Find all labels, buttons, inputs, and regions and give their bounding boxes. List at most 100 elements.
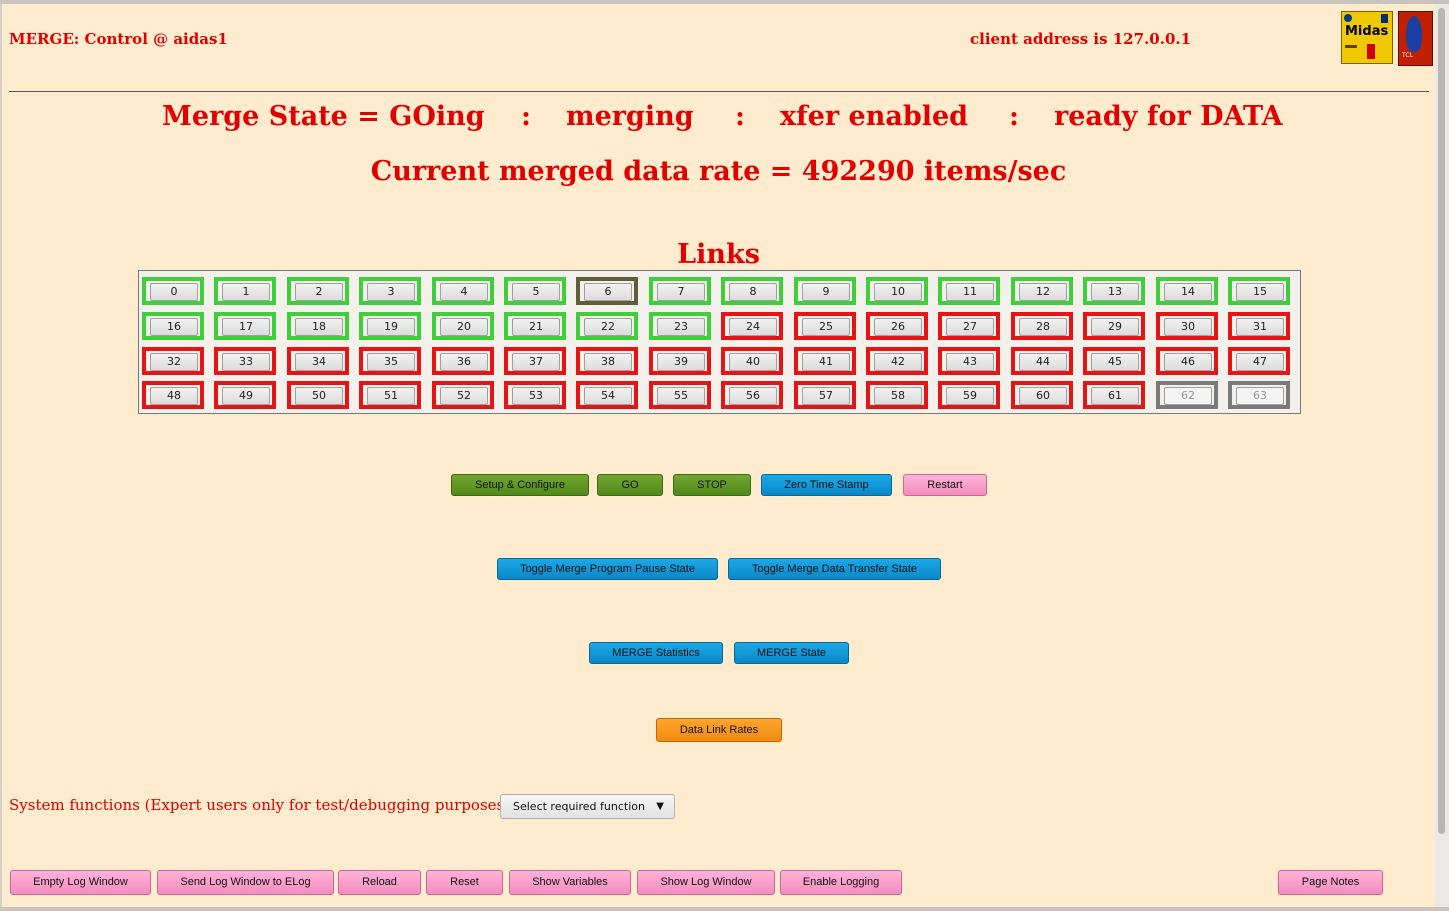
link-button-27[interactable]: 27 — [946, 318, 994, 336]
link-button-4[interactable]: 4 — [440, 283, 488, 301]
link-button-57[interactable]: 57 — [802, 387, 850, 405]
link-button-17[interactable]: 17 — [222, 318, 270, 336]
link-button-29[interactable]: 29 — [1091, 318, 1139, 336]
link-button-24[interactable]: 24 — [729, 318, 777, 336]
link-button-12[interactable]: 12 — [1019, 283, 1067, 301]
link-button-21[interactable]: 21 — [512, 318, 560, 336]
toggle-transfer-button[interactable]: Toggle Merge Data Transfer State — [728, 558, 941, 580]
link-button-59[interactable]: 59 — [946, 387, 994, 405]
vertical-scrollbar[interactable] — [1435, 4, 1449, 907]
link-button-63[interactable]: 63 — [1236, 387, 1284, 405]
link-button-26[interactable]: 26 — [874, 318, 922, 336]
link-cell-40: 40 — [721, 347, 783, 375]
link-button-56[interactable]: 56 — [729, 387, 777, 405]
link-button-50[interactable]: 50 — [295, 387, 343, 405]
link-button-58[interactable]: 58 — [874, 387, 922, 405]
merge-state-button[interactable]: MERGE State — [734, 642, 849, 664]
link-button-25[interactable]: 25 — [802, 318, 850, 336]
link-cell-39: 39 — [649, 347, 711, 375]
link-button-2[interactable]: 2 — [295, 283, 343, 301]
link-button-33[interactable]: 33 — [222, 353, 270, 371]
link-button-9[interactable]: 9 — [802, 283, 850, 301]
link-button-22[interactable]: 22 — [584, 318, 632, 336]
link-button-31[interactable]: 31 — [1236, 318, 1284, 336]
link-button-0[interactable]: 0 — [150, 283, 198, 301]
link-button-3[interactable]: 3 — [367, 283, 415, 301]
link-button-16[interactable]: 16 — [150, 318, 198, 336]
link-cell-9: 9 — [794, 277, 856, 305]
link-button-32[interactable]: 32 — [150, 353, 198, 371]
page-notes-button[interactable]: Page Notes — [1278, 870, 1383, 895]
link-button-20[interactable]: 20 — [440, 318, 488, 336]
send-log-to-elog-button[interactable]: Send Log Window to ELog — [157, 870, 334, 895]
merging-status: merging — [566, 101, 694, 132]
link-button-37[interactable]: 37 — [512, 353, 560, 371]
link-cell-2: 2 — [287, 277, 349, 305]
reload-button[interactable]: Reload — [338, 870, 421, 895]
zero-time-stamp-button[interactable]: Zero Time Stamp — [761, 474, 892, 496]
state-separator: : — [1009, 101, 1019, 132]
link-button-19[interactable]: 19 — [367, 318, 415, 336]
link-button-1[interactable]: 1 — [222, 283, 270, 301]
link-button-44[interactable]: 44 — [1019, 353, 1067, 371]
merge-control-page: MERGE: Control @ aidas1 client address i… — [2, 4, 1435, 907]
show-variables-button[interactable]: Show Variables — [509, 870, 631, 895]
link-cell-3: 3 — [359, 277, 421, 305]
link-button-43[interactable]: 43 — [946, 353, 994, 371]
link-button-38[interactable]: 38 — [584, 353, 632, 371]
link-button-42[interactable]: 42 — [874, 353, 922, 371]
empty-log-window-button[interactable]: Empty Log Window — [10, 870, 151, 895]
reset-button[interactable]: Reset — [426, 870, 503, 895]
link-cell-48: 48 — [142, 381, 204, 409]
link-button-28[interactable]: 28 — [1019, 318, 1067, 336]
link-button-52[interactable]: 52 — [440, 387, 488, 405]
link-button-36[interactable]: 36 — [440, 353, 488, 371]
link-button-11[interactable]: 11 — [946, 283, 994, 301]
link-button-47[interactable]: 47 — [1236, 353, 1284, 371]
link-button-53[interactable]: 53 — [512, 387, 560, 405]
link-cell-42: 42 — [866, 347, 928, 375]
link-button-10[interactable]: 10 — [874, 283, 922, 301]
link-button-61[interactable]: 61 — [1091, 387, 1139, 405]
system-function-select[interactable]: Select required function ▼ — [500, 794, 675, 819]
show-log-window-button[interactable]: Show Log Window — [637, 870, 775, 895]
link-button-14[interactable]: 14 — [1164, 283, 1212, 301]
link-button-15[interactable]: 15 — [1236, 283, 1284, 301]
link-button-55[interactable]: 55 — [657, 387, 705, 405]
restart-button[interactable]: Restart — [903, 474, 987, 496]
scrollbar-thumb[interactable] — [1438, 8, 1445, 834]
link-button-48[interactable]: 48 — [150, 387, 198, 405]
link-button-34[interactable]: 34 — [295, 353, 343, 371]
link-button-46[interactable]: 46 — [1164, 353, 1212, 371]
link-button-62[interactable]: 62 — [1164, 387, 1212, 405]
link-button-18[interactable]: 18 — [295, 318, 343, 336]
toggle-pause-button[interactable]: Toggle Merge Program Pause State — [497, 558, 718, 580]
enable-logging-button[interactable]: Enable Logging — [780, 870, 902, 895]
link-button-13[interactable]: 13 — [1091, 283, 1139, 301]
link-button-40[interactable]: 40 — [729, 353, 777, 371]
setup-configure-button[interactable]: Setup & Configure — [451, 474, 589, 496]
link-button-7[interactable]: 7 — [657, 283, 705, 301]
merge-statistics-button[interactable]: MERGE Statistics — [589, 642, 723, 664]
link-button-35[interactable]: 35 — [367, 353, 415, 371]
link-button-23[interactable]: 23 — [657, 318, 705, 336]
link-cell-33: 33 — [214, 347, 276, 375]
link-button-60[interactable]: 60 — [1019, 387, 1067, 405]
data-link-rates-button[interactable]: Data Link Rates — [656, 718, 782, 742]
link-button-30[interactable]: 30 — [1164, 318, 1212, 336]
link-button-45[interactable]: 45 — [1091, 353, 1139, 371]
link-button-49[interactable]: 49 — [222, 387, 270, 405]
link-button-54[interactable]: 54 — [584, 387, 632, 405]
link-cell-43: 43 — [938, 347, 1000, 375]
link-button-41[interactable]: 41 — [802, 353, 850, 371]
link-cell-37: 37 — [504, 347, 566, 375]
link-cell-13: 13 — [1083, 277, 1145, 305]
link-button-8[interactable]: 8 — [729, 283, 777, 301]
link-button-39[interactable]: 39 — [657, 353, 705, 371]
link-button-5[interactable]: 5 — [512, 283, 560, 301]
link-button-6[interactable]: 6 — [584, 283, 632, 301]
stop-button[interactable]: STOP — [673, 474, 751, 496]
link-cell-60: 60 — [1011, 381, 1073, 409]
go-button[interactable]: GO — [597, 474, 663, 496]
link-button-51[interactable]: 51 — [367, 387, 415, 405]
